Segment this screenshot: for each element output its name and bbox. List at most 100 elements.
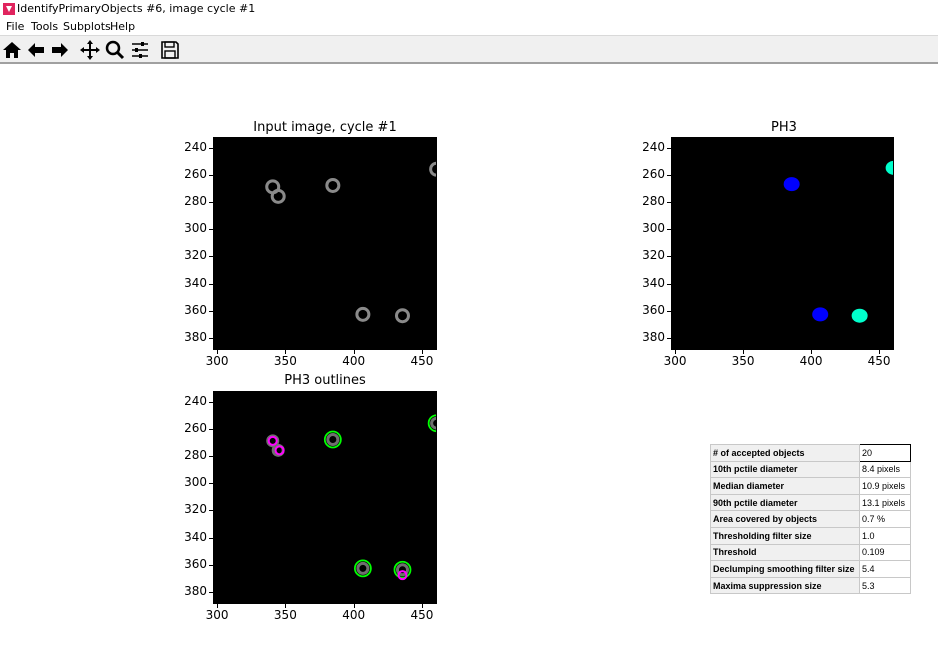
y-tick-mark bbox=[209, 202, 213, 204]
y-tick-label: 320 bbox=[642, 248, 665, 263]
y-tick-mark bbox=[209, 428, 213, 430]
back-arrow-icon bbox=[28, 43, 44, 57]
back-button[interactable] bbox=[25, 39, 47, 61]
y-tick-label: 340 bbox=[642, 275, 665, 290]
y-tick-mark bbox=[209, 147, 213, 149]
save-button[interactable] bbox=[159, 39, 181, 61]
menu-file[interactable]: File bbox=[6, 20, 24, 33]
stat-value[interactable]: 8.4 pixels bbox=[859, 460, 911, 479]
labeled-object bbox=[812, 307, 829, 322]
home-button[interactable] bbox=[1, 39, 23, 61]
stat-label: # of accepted objects bbox=[710, 444, 860, 462]
y-tick-label: 240 bbox=[642, 139, 665, 154]
forward-button[interactable] bbox=[49, 39, 71, 61]
table-row: Threshold 0.109 bbox=[710, 543, 911, 562]
stat-value[interactable]: 10.9 pixels bbox=[859, 477, 911, 495]
y-tick-label: 320 bbox=[184, 248, 207, 263]
stat-label: 10th pctile diameter bbox=[710, 460, 860, 479]
stat-value[interactable]: 5.3 bbox=[859, 576, 911, 595]
y-tick-label: 260 bbox=[184, 420, 207, 435]
x-tick-label: 300 bbox=[205, 608, 229, 622]
stat-value[interactable]: 5.4 bbox=[859, 560, 911, 578]
y-tick-mark bbox=[209, 401, 213, 403]
y-tick-label: 240 bbox=[184, 393, 207, 408]
window-title: IdentifyPrimaryObjects #6, image cycle #… bbox=[17, 2, 256, 15]
y-tick-label: 360 bbox=[184, 556, 207, 571]
labeled-object bbox=[885, 160, 893, 175]
plot-title-input: Input image, cycle #1 bbox=[253, 120, 397, 135]
x-tick-label: 450 bbox=[867, 354, 891, 368]
y-tick-mark bbox=[209, 174, 213, 176]
stat-label: Maxima suppression size bbox=[710, 576, 860, 595]
y-tick-mark bbox=[667, 310, 671, 312]
x-tick-mark bbox=[675, 350, 677, 354]
stat-value[interactable]: 0.7 % bbox=[859, 510, 911, 528]
x-tick-label: 400 bbox=[342, 608, 366, 622]
plot-title-outlines: PH3 outlines bbox=[284, 373, 366, 388]
y-tick-mark bbox=[209, 256, 213, 258]
x-tick-mark bbox=[421, 350, 423, 354]
table-row: # of accepted objects 20 bbox=[710, 444, 911, 462]
menu-help[interactable]: Help bbox=[110, 20, 135, 33]
y-tick-label: 360 bbox=[642, 302, 665, 317]
stat-value[interactable]: 1.0 bbox=[859, 526, 911, 545]
x-tick-mark bbox=[353, 604, 355, 608]
y-tick-label: 240 bbox=[184, 139, 207, 154]
y-tick-mark bbox=[209, 310, 213, 312]
configure-subplots-button[interactable] bbox=[129, 39, 151, 61]
ph3-outlines-axes[interactable] bbox=[213, 391, 437, 604]
y-tick-label: 300 bbox=[184, 475, 207, 490]
table-row: 10th pctile diameter 8.4 pixels bbox=[710, 460, 911, 479]
cell-blob bbox=[326, 432, 340, 446]
stat-label: Median diameter bbox=[710, 477, 860, 495]
x-tick-mark bbox=[421, 604, 423, 608]
input-image-axes[interactable] bbox=[213, 137, 437, 350]
y-tick-mark bbox=[667, 202, 671, 204]
zoom-button[interactable] bbox=[104, 39, 126, 61]
stat-label: Threshold bbox=[710, 543, 860, 562]
stat-label: Declumping smoothing filter size bbox=[710, 560, 860, 578]
stat-value[interactable]: 20 bbox=[859, 444, 911, 462]
cell-blob bbox=[429, 161, 436, 177]
y-tick-mark bbox=[209, 510, 213, 512]
stat-value[interactable]: 0.109 bbox=[859, 543, 911, 562]
y-tick-mark bbox=[209, 337, 213, 339]
y-tick-label: 340 bbox=[184, 275, 207, 290]
save-icon bbox=[161, 41, 179, 59]
table-row: Median diameter 10.9 pixels bbox=[710, 477, 911, 495]
y-tick-mark bbox=[209, 483, 213, 485]
menu-subplots[interactable]: Subplots bbox=[63, 20, 111, 33]
y-tick-mark bbox=[209, 564, 213, 566]
cell-blob bbox=[356, 561, 370, 575]
rejected-outline bbox=[267, 435, 278, 446]
x-tick-mark bbox=[353, 350, 355, 354]
y-tick-mark bbox=[209, 283, 213, 285]
table-row: 90th pctile diameter 13.1 pixels bbox=[710, 493, 911, 512]
y-tick-mark bbox=[667, 283, 671, 285]
stat-label: 90th pctile diameter bbox=[710, 493, 860, 512]
y-tick-mark bbox=[209, 537, 213, 539]
pan-button[interactable] bbox=[79, 39, 101, 61]
toolbar bbox=[0, 35, 938, 64]
cell-blob bbox=[394, 308, 410, 324]
stat-label: Thresholding filter size bbox=[710, 526, 860, 545]
x-tick-mark bbox=[217, 604, 219, 608]
y-tick-label: 380 bbox=[642, 329, 665, 344]
stat-value[interactable]: 13.1 pixels bbox=[859, 493, 911, 512]
home-icon bbox=[3, 42, 21, 58]
stat-label: Area covered by objects bbox=[710, 510, 860, 528]
x-tick-mark bbox=[811, 350, 813, 354]
labeled-object bbox=[851, 308, 868, 323]
y-tick-mark bbox=[667, 337, 671, 339]
y-tick-mark bbox=[209, 456, 213, 458]
forward-arrow-icon bbox=[52, 43, 68, 57]
menu-tools[interactable]: Tools bbox=[31, 20, 58, 33]
y-tick-mark bbox=[667, 256, 671, 258]
plot-title-ph3: PH3 bbox=[771, 120, 797, 135]
cell-blob bbox=[270, 188, 286, 204]
x-tick-label: 350 bbox=[731, 354, 755, 368]
y-tick-label: 380 bbox=[184, 583, 207, 598]
ph3-axes[interactable] bbox=[671, 137, 894, 350]
x-tick-label: 400 bbox=[342, 354, 366, 368]
x-tick-mark bbox=[217, 350, 219, 354]
